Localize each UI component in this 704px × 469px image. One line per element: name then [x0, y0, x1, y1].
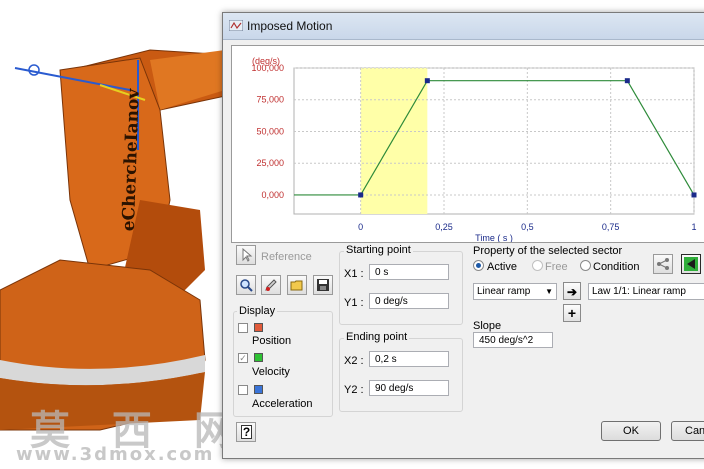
- y-tick-label: 25,000: [256, 158, 284, 168]
- y1-label: Y1 :: [344, 297, 364, 309]
- ending-point-group: [339, 338, 463, 412]
- acceleration-color-swatch: [254, 385, 263, 394]
- ok-button[interactable]: OK: [601, 421, 661, 441]
- play-button[interactable]: [681, 254, 701, 274]
- arrow-right-icon: ➔: [566, 285, 578, 299]
- active-radio-label: Active: [487, 261, 517, 273]
- y1-input[interactable]: 0 deg/s: [369, 293, 449, 309]
- save-button[interactable]: [313, 275, 333, 295]
- open-button[interactable]: [287, 275, 307, 295]
- property-label: Property of the selected sector: [473, 245, 623, 257]
- slope-label: Slope: [473, 320, 502, 332]
- help-icon: ?: [241, 425, 252, 439]
- share-icon: [657, 258, 669, 270]
- add-button[interactable]: +: [563, 304, 581, 322]
- display-group-label: Display: [237, 305, 278, 317]
- condition-radio[interactable]: [580, 260, 591, 271]
- y-tick-label: 75,000: [256, 95, 284, 105]
- velocity-color-swatch: [254, 353, 263, 362]
- plus-icon: +: [567, 305, 577, 321]
- law-value: Law 1/1: Linear ramp: [592, 286, 686, 297]
- y-axis-unit: (deg/s): [252, 56, 280, 66]
- velocity-checkbox[interactable]: ✓: [238, 353, 248, 363]
- law-select[interactable]: Law 1/1: Linear ramp: [588, 283, 704, 300]
- ending-point-label: Ending point: [344, 331, 410, 343]
- y2-label: Y2 :: [344, 384, 364, 396]
- starting-point-group: [339, 251, 463, 325]
- x-tick-label: 0,25: [435, 222, 453, 232]
- active-radio[interactable]: [473, 260, 484, 271]
- free-radio[interactable]: [532, 260, 543, 271]
- floppy-icon: [317, 279, 329, 291]
- share-button[interactable]: [653, 254, 673, 274]
- motion-chart-panel[interactable]: 0,000 25,000 50,000 75,000 100,000 0 0,25 0,5 0,…: [231, 45, 704, 243]
- y2-input[interactable]: 90 deg/s: [369, 380, 449, 396]
- play-icon: [684, 257, 698, 271]
- ramp-type-select[interactable]: Linear ramp ▼: [473, 283, 557, 300]
- plot-area: [293, 67, 695, 215]
- x1-input[interactable]: 0 s: [369, 264, 449, 280]
- dialog-titlebar[interactable]: Imposed Motion: [223, 13, 704, 40]
- magnifier-icon: [240, 279, 253, 292]
- x-tick-label: 0: [358, 222, 363, 232]
- imposed-motion-dialog: Imposed Motion 0,000 25,000 50,000 75,000 1 0…: [222, 12, 704, 459]
- folder-icon: [290, 280, 303, 291]
- x-axis-title: Time ( s ): [475, 233, 513, 242]
- velocity-label: Velocity: [252, 366, 290, 378]
- slope-input[interactable]: 450 deg/s^2: [473, 332, 553, 348]
- ramp-type-value: Linear ramp: [477, 286, 531, 297]
- x-tick-label: 0,5: [521, 222, 534, 232]
- reference-button[interactable]: [236, 245, 256, 265]
- assign-law-button[interactable]: ➔: [563, 282, 581, 300]
- position-color-swatch: [254, 323, 263, 332]
- series-point: [624, 78, 630, 84]
- condition-radio-label: Condition: [593, 261, 640, 273]
- y-tick-label: 50,000: [256, 126, 284, 136]
- selected-sector-highlight: [360, 68, 428, 214]
- chevron-down-icon: ▼: [545, 287, 553, 296]
- app-icon: [229, 20, 243, 31]
- robot-forearm: [150, 50, 225, 110]
- position-label: Position: [252, 335, 292, 347]
- pointer-icon: [242, 248, 253, 262]
- y-tick-label: 0,000: [261, 190, 284, 200]
- series-point: [424, 78, 430, 84]
- starting-point-label: Starting point: [344, 244, 413, 256]
- x-tick-label: 1: [691, 222, 696, 232]
- acceleration-checkbox[interactable]: [238, 385, 248, 395]
- reference-label: Reference: [261, 251, 312, 263]
- series-point: [691, 192, 697, 198]
- cancel-button[interactable]: Canc: [671, 421, 704, 441]
- position-checkbox[interactable]: [238, 323, 248, 333]
- dialog-title: Imposed Motion: [247, 19, 333, 33]
- x-tick-label: 0,75: [602, 222, 620, 232]
- x1-label: X1 :: [344, 268, 364, 280]
- help-button[interactable]: ?: [236, 422, 256, 442]
- motion-chart[interactable]: 0,00025,00050,00075,000100,0000 0,25 0,5 0,…: [232, 46, 704, 242]
- x2-input[interactable]: 0,2 s: [369, 351, 449, 367]
- series-point: [358, 192, 364, 198]
- pencil-icon: [265, 279, 277, 291]
- zoom-button[interactable]: [236, 275, 256, 295]
- free-radio-label: Free: [545, 261, 568, 273]
- watermark-url: www.3dmox.com: [16, 444, 215, 465]
- acceleration-label: Acceleration: [252, 398, 313, 410]
- edit-button[interactable]: [261, 275, 281, 295]
- x2-label: X2 :: [344, 355, 364, 367]
